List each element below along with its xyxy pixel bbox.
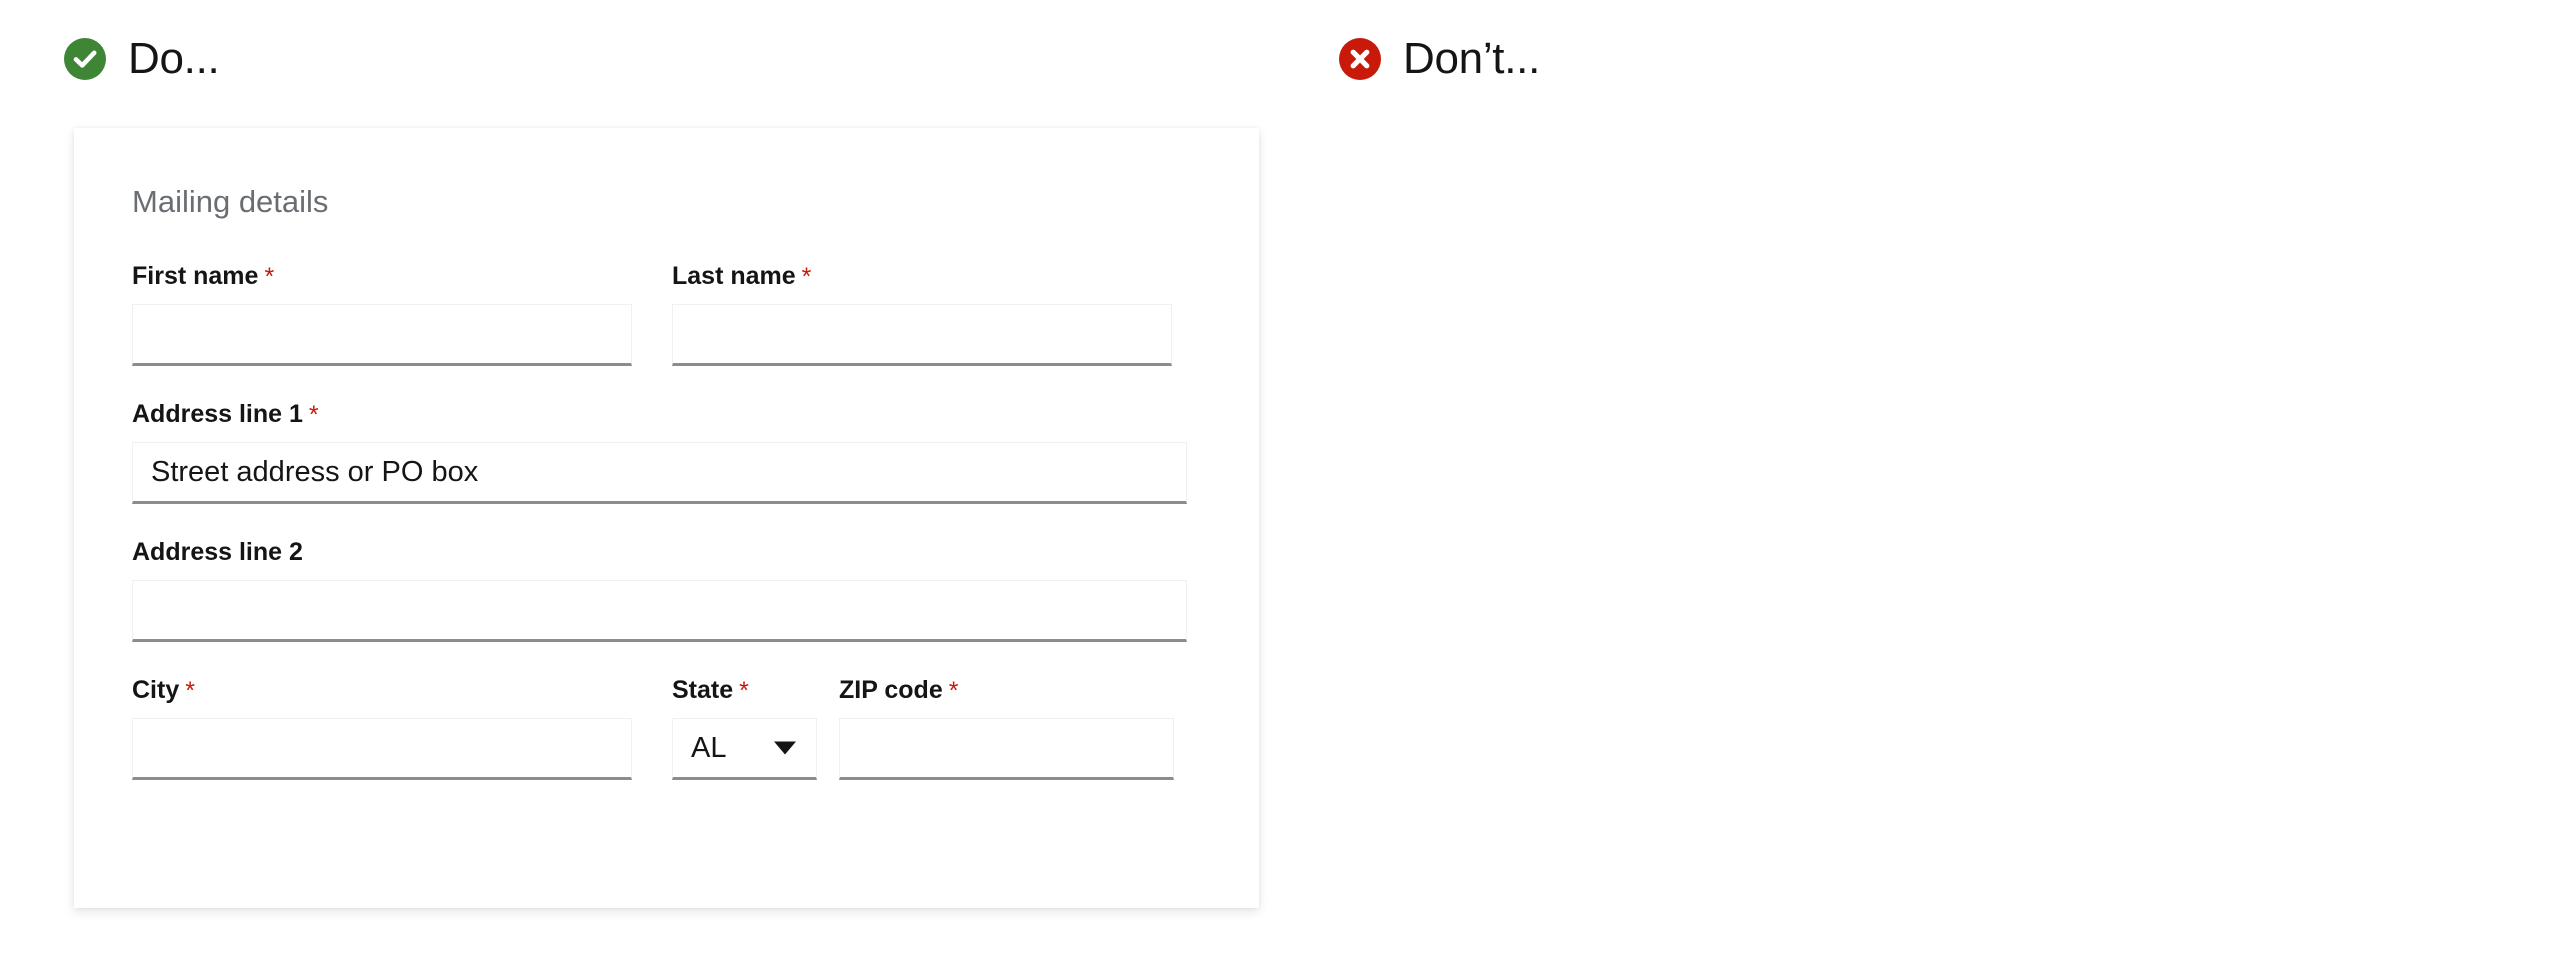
do-label-state-text: State	[672, 676, 734, 704]
do-input-first-name[interactable]	[132, 304, 632, 366]
do-row-city-state-zip: City * State * AL ZIP code *	[132, 678, 1259, 780]
do-field-first-name: First name *	[132, 264, 632, 366]
do-field-address-line-1: Address line 1 * Street address or PO box	[132, 402, 1187, 504]
do-input-city[interactable]	[132, 718, 632, 780]
check-circle-icon	[64, 38, 106, 80]
do-label-address-line-2: Address line 2	[132, 540, 1187, 565]
required-asterisk: *	[948, 677, 959, 705]
do-label-zip-code-text: ZIP code	[839, 676, 943, 704]
dont-panel-heading: Don’t...	[1275, 0, 2550, 118]
do-select-state-value: AL	[691, 731, 727, 764]
do-row-names: First name * Last name *	[132, 264, 1259, 366]
do-input-last-name[interactable]	[672, 304, 1172, 366]
do-label-address-line-2-text: Address line 2	[132, 538, 303, 566]
do-label-address-line-1-text: Address line 1	[132, 400, 303, 428]
do-label-address-line-1: Address line 1 *	[132, 400, 1187, 429]
required-asterisk: *	[308, 401, 319, 429]
do-input-address-line-1[interactable]: Street address or PO box	[132, 442, 1187, 504]
do-input-address-line-1-value: Street address or PO box	[151, 455, 479, 488]
do-field-zip-code: ZIP code *	[839, 678, 1174, 780]
do-field-last-name: Last name *	[672, 264, 1172, 366]
do-label-zip-code: ZIP code *	[839, 676, 1174, 705]
chevron-down-icon	[774, 741, 796, 755]
required-asterisk: *	[264, 263, 275, 291]
do-select-state[interactable]: AL	[672, 718, 817, 780]
do-card-title: Mailing details	[132, 184, 329, 219]
do-label-last-name-text: Last name	[672, 262, 796, 290]
do-label-first-name-text: First name	[132, 262, 259, 290]
do-label-city: City *	[132, 676, 632, 705]
required-asterisk: *	[801, 263, 812, 291]
do-panel-heading: Do...	[0, 0, 1275, 118]
required-asterisk: *	[185, 677, 195, 705]
dont-panel-title: Don’t...	[1403, 34, 1540, 83]
do-field-city: City *	[132, 678, 632, 780]
times-circle-icon	[1339, 38, 1381, 80]
do-card: Mailing details First name* Last name*	[74, 128, 1259, 908]
do-input-address-line-2[interactable]	[132, 580, 1187, 642]
do-label-last-name: Last name *	[672, 262, 1172, 291]
do-panel-title: Do...	[128, 34, 220, 83]
do-input-zip-code[interactable]	[839, 718, 1174, 780]
dont-panel: Don’t... Mailing details First name*	[1275, 0, 2550, 118]
required-asterisk: *	[739, 677, 749, 705]
do-label-city-text: City	[132, 676, 180, 704]
do-field-address-line-2: Address line 2	[132, 540, 1187, 642]
do-label-first-name: First name *	[132, 262, 632, 291]
do-panel: Do... Mailing details First name * Last n	[0, 0, 1275, 908]
do-label-state: State *	[672, 676, 817, 705]
do-field-state: State * AL	[672, 678, 817, 780]
page-root: Do... Mailing details First name * Last n	[0, 0, 2550, 970]
